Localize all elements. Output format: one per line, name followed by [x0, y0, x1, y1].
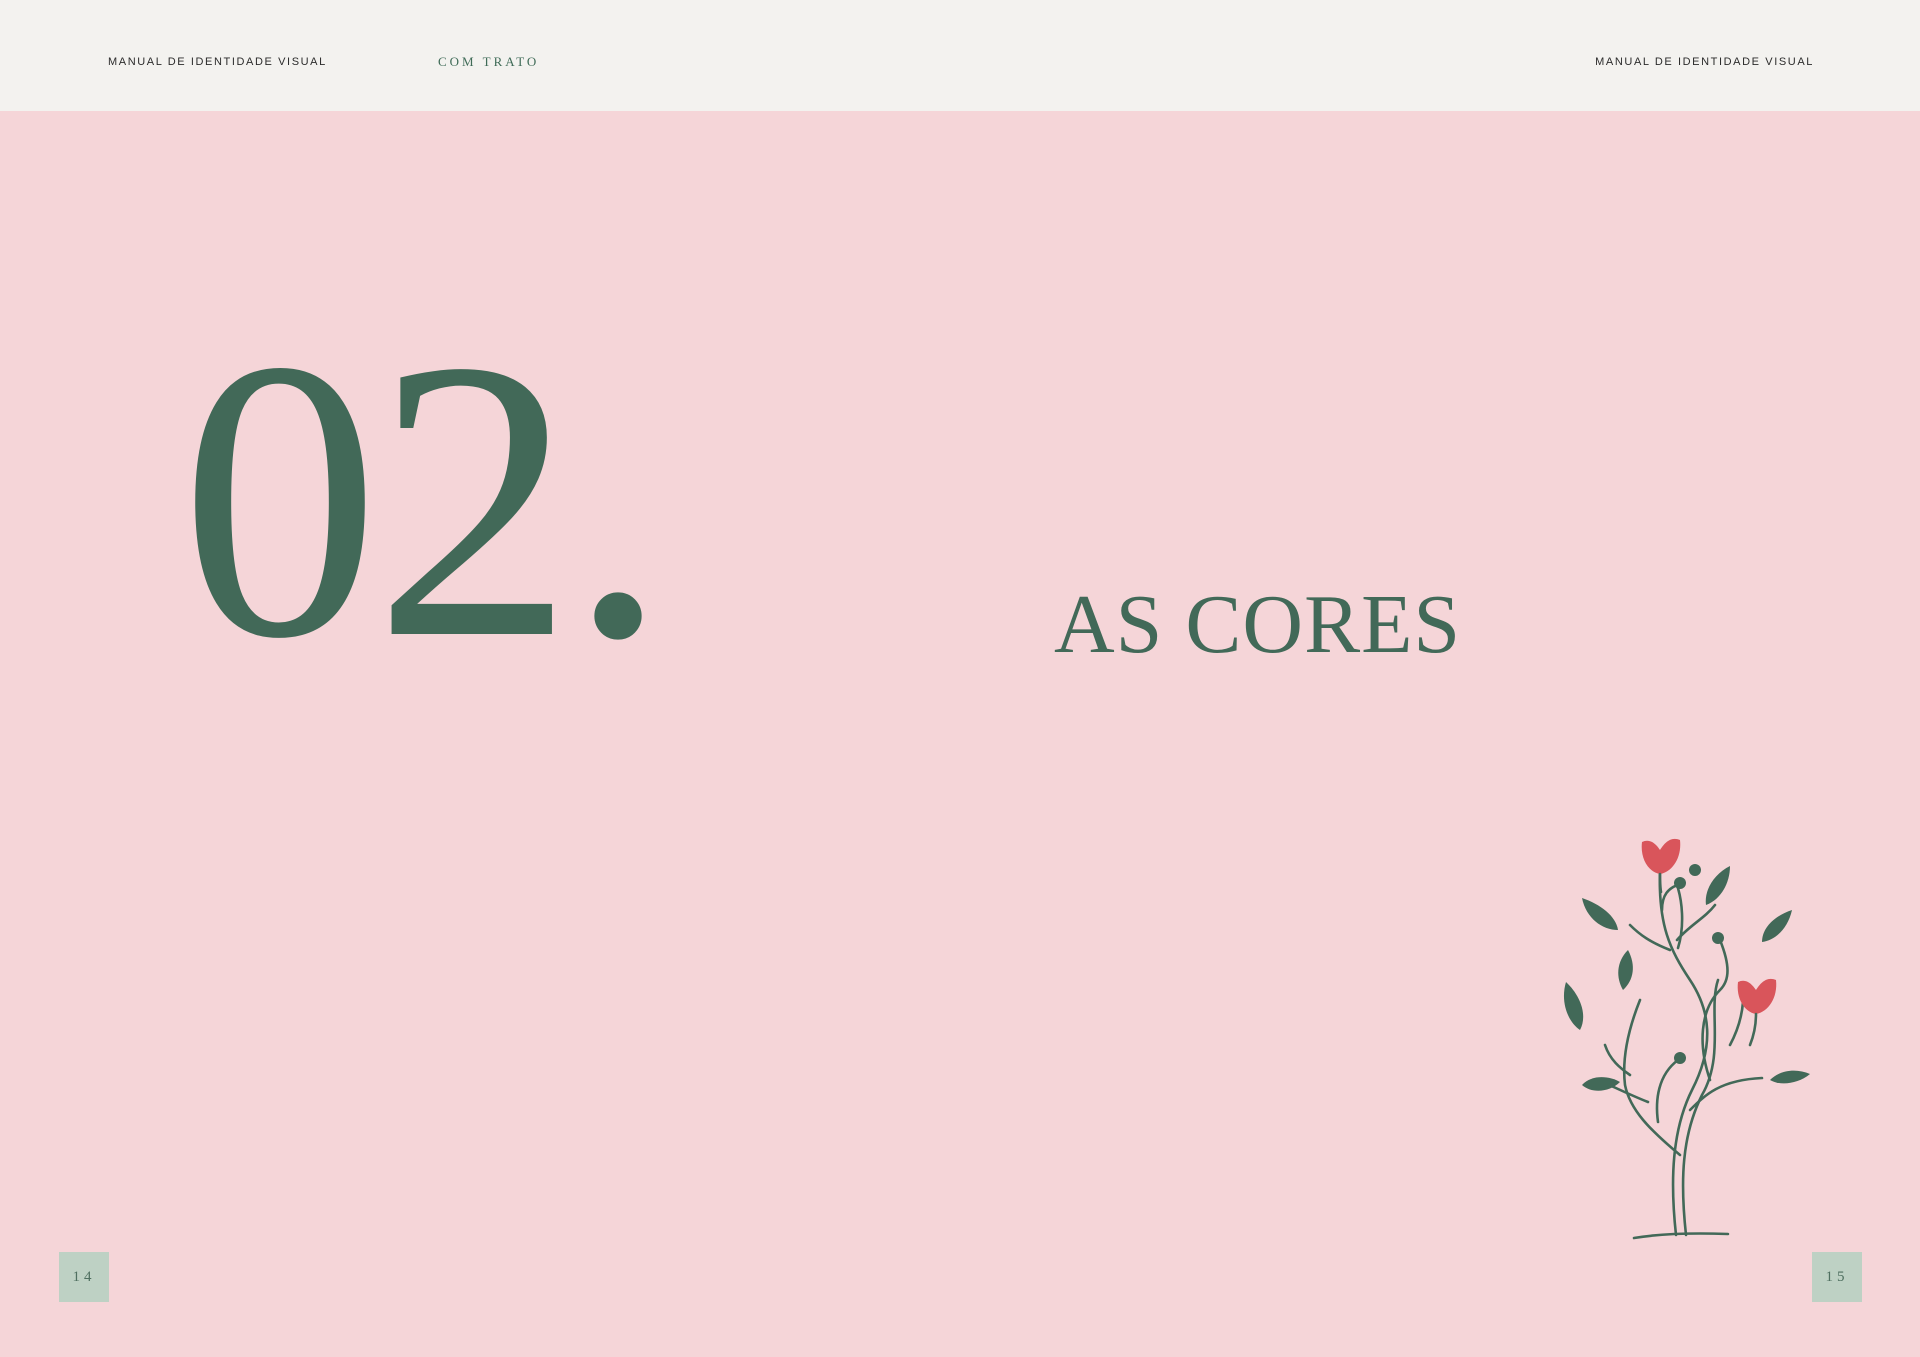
- header-left-label: MANUAL DE IDENTIDADE VISUAL: [108, 56, 327, 68]
- page-number-left: 14: [59, 1252, 109, 1302]
- header-brand: COM TRATO: [438, 54, 540, 69]
- page-number-right: 15: [1812, 1252, 1862, 1302]
- chapter-title: AS CORES: [1054, 578, 1462, 671]
- header-right-label: MANUAL DE IDENTIDADE VISUAL: [1595, 56, 1814, 68]
- page-header: MANUAL DE IDENTIDADE VISUAL COM TRATO MA…: [0, 0, 1920, 111]
- flowering-plant-icon: [1563, 838, 1810, 1240]
- chapter-number: 02.: [180, 278, 668, 721]
